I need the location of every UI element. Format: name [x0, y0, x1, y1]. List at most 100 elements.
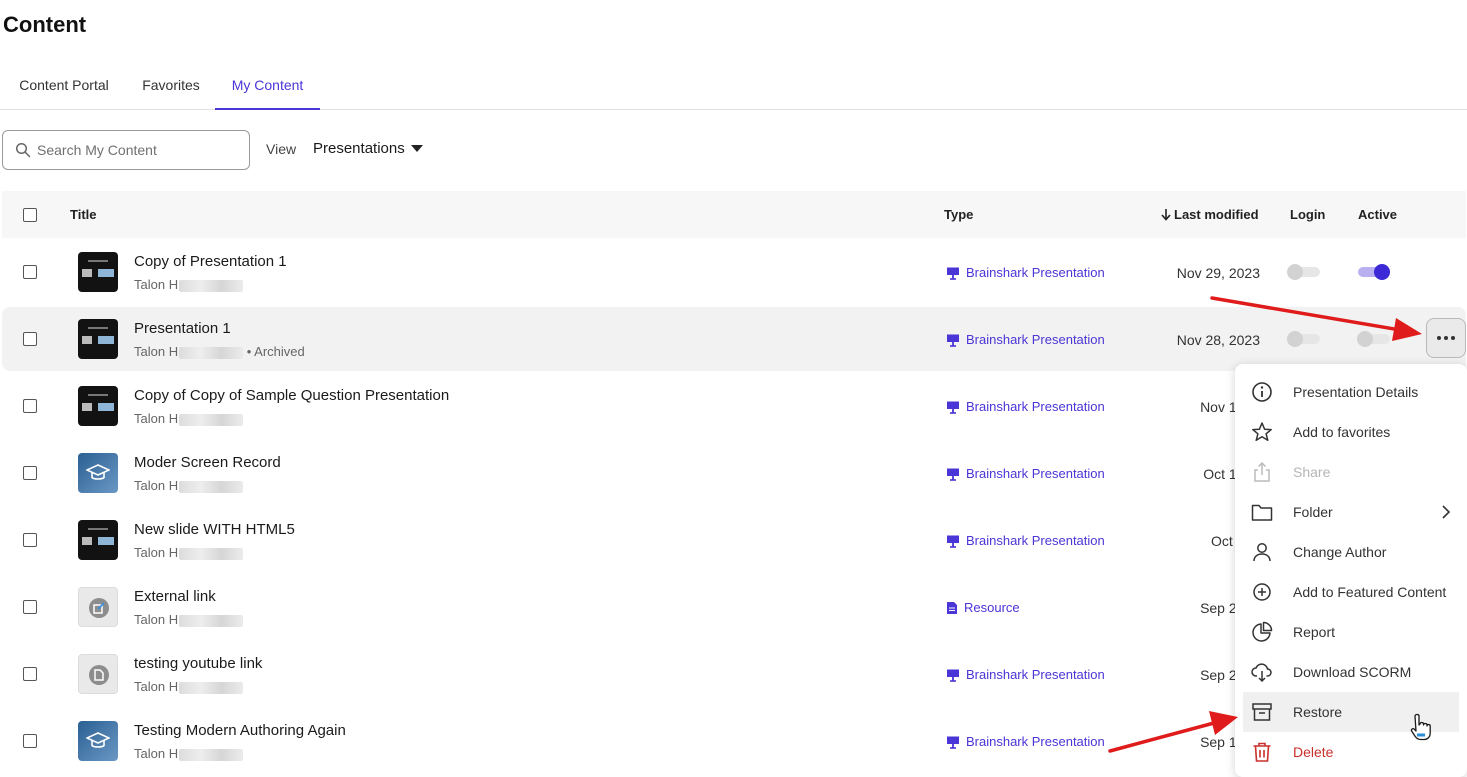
item-title[interactable]: Presentation 1 — [134, 320, 231, 337]
item-author: Talon H • Archived — [134, 344, 305, 359]
item-title[interactable]: Moder Screen Record — [134, 454, 281, 471]
row-checkbox[interactable] — [23, 734, 37, 748]
folder-icon — [1251, 504, 1273, 521]
item-title[interactable]: External link — [134, 588, 216, 605]
presentation-thumbnail — [78, 319, 118, 359]
item-type[interactable]: Brainshark Presentation — [946, 734, 1105, 749]
menu-item-label: Share — [1293, 464, 1331, 480]
row-checkbox[interactable] — [23, 332, 37, 346]
view-dropdown[interactable]: Presentations — [313, 140, 423, 157]
row-checkbox[interactable] — [23, 466, 37, 480]
item-type[interactable]: Brainshark Presentation — [946, 399, 1105, 414]
archived-label: • Archived — [246, 344, 305, 359]
share-icon — [1254, 461, 1270, 482]
external-link-icon — [93, 602, 105, 614]
column-last-modified[interactable]: Last modified — [1160, 207, 1259, 222]
item-type-label: Brainshark Presentation — [966, 399, 1105, 414]
login-toggle[interactable] — [1287, 264, 1320, 280]
tab-favorites[interactable]: Favorites — [140, 62, 202, 110]
presentation-thumbnail — [78, 252, 118, 292]
author-name: Talon H — [134, 746, 179, 761]
redacted-text — [179, 413, 244, 426]
document-icon — [94, 669, 104, 681]
item-type-label: Brainshark Presentation — [966, 265, 1105, 280]
active-toggle[interactable] — [1357, 331, 1390, 347]
active-toggle[interactable] — [1358, 264, 1390, 280]
menu-item-presentation-details[interactable]: Presentation Details — [1243, 372, 1459, 412]
tab-my-content[interactable]: My Content — [215, 62, 320, 110]
redacted-text — [179, 480, 244, 493]
row-checkbox[interactable] — [23, 600, 37, 614]
presentation-icon — [947, 669, 959, 682]
column-title[interactable]: Title — [70, 207, 97, 222]
item-author: Talon H — [134, 277, 244, 292]
search-box — [2, 130, 250, 170]
item-type-label: Brainshark Presentation — [966, 533, 1105, 548]
presentation-icon — [947, 468, 959, 481]
cloud-download-icon — [1251, 663, 1272, 683]
column-type[interactable]: Type — [944, 207, 973, 222]
row-checkbox[interactable] — [23, 265, 37, 279]
view-label: View — [266, 141, 297, 157]
tab-content-portal[interactable]: Content Portal — [18, 62, 110, 110]
menu-item-change-author[interactable]: Change Author — [1243, 532, 1459, 572]
item-type[interactable]: Brainshark Presentation — [946, 533, 1105, 548]
presentation-icon — [947, 535, 959, 548]
author-name: Talon H — [134, 344, 179, 359]
select-all-checkbox[interactable] — [23, 208, 37, 222]
table-row[interactable]: Copy of Presentation 1 Talon H Brainshark … — [2, 240, 1466, 304]
menu-item-delete[interactable]: Delete — [1243, 732, 1459, 772]
menu-item-label: Download SCORM — [1293, 664, 1412, 680]
menu-item-report[interactable]: Report — [1243, 612, 1459, 652]
item-type[interactable]: Resource — [946, 600, 1020, 615]
row-checkbox[interactable] — [23, 667, 37, 681]
item-title[interactable]: Copy of Copy of Sample Question Presenta… — [134, 387, 449, 404]
document-icon — [947, 601, 957, 614]
column-active[interactable]: Active — [1358, 207, 1397, 222]
menu-item-add-to-favorites[interactable]: Add to favorites — [1243, 412, 1459, 452]
item-type[interactable]: Brainshark Presentation — [946, 332, 1105, 347]
trash-icon — [1253, 742, 1271, 762]
menu-item-label: Presentation Details — [1293, 384, 1419, 400]
arrow-down-icon — [1161, 209, 1171, 221]
redacted-text — [179, 346, 244, 359]
menu-item-folder[interactable]: Folder — [1243, 492, 1459, 532]
table-row[interactable]: Presentation 1 Talon H • Archived Brainsha… — [2, 307, 1466, 371]
archive-icon — [1252, 703, 1272, 721]
item-type[interactable]: Brainshark Presentation — [946, 466, 1105, 481]
tab-bar: Content Portal Favorites My Content — [0, 62, 1467, 110]
redacted-text — [179, 547, 244, 560]
author-name: Talon H — [134, 478, 179, 493]
item-author: Talon H — [134, 679, 244, 694]
item-type[interactable]: Brainshark Presentation — [946, 667, 1105, 682]
item-title[interactable]: testing youtube link — [134, 655, 262, 672]
column-login[interactable]: Login — [1290, 207, 1325, 222]
item-author: Talon H — [134, 746, 244, 761]
redacted-text — [179, 748, 244, 761]
item-title[interactable]: New slide WITH HTML5 — [134, 521, 295, 538]
menu-item-download-scorm[interactable]: Download SCORM — [1243, 652, 1459, 692]
row-checkbox[interactable] — [23, 533, 37, 547]
presentation-thumbnail — [78, 721, 118, 761]
menu-item-restore[interactable]: Restore — [1243, 692, 1459, 732]
item-title[interactable]: Testing Modern Authoring Again — [134, 722, 346, 739]
login-toggle[interactable] — [1287, 331, 1320, 347]
item-type[interactable]: Brainshark Presentation — [946, 265, 1105, 280]
graduation-cap-icon — [86, 732, 110, 748]
item-type-label: Brainshark Presentation — [966, 466, 1105, 481]
author-name: Talon H — [134, 679, 179, 694]
row-checkbox[interactable] — [23, 399, 37, 413]
menu-item-share[interactable]: Share — [1243, 452, 1459, 492]
caret-down-icon — [410, 145, 423, 152]
column-last-modified-label: Last modified — [1174, 207, 1259, 222]
search-input[interactable] — [37, 139, 237, 161]
redacted-text — [179, 681, 244, 694]
info-icon — [1252, 382, 1272, 402]
item-author: Talon H — [134, 545, 244, 560]
menu-item-add-to-featured-content[interactable]: Add to Featured Content — [1243, 572, 1459, 612]
more-actions-button[interactable] — [1426, 318, 1466, 358]
context-menu: Presentation Details Add to favorites Sh… — [1235, 364, 1467, 777]
item-title[interactable]: Copy of Presentation 1 — [134, 253, 287, 270]
view-dropdown-value: Presentations — [313, 140, 405, 157]
author-name: Talon H — [134, 545, 179, 560]
